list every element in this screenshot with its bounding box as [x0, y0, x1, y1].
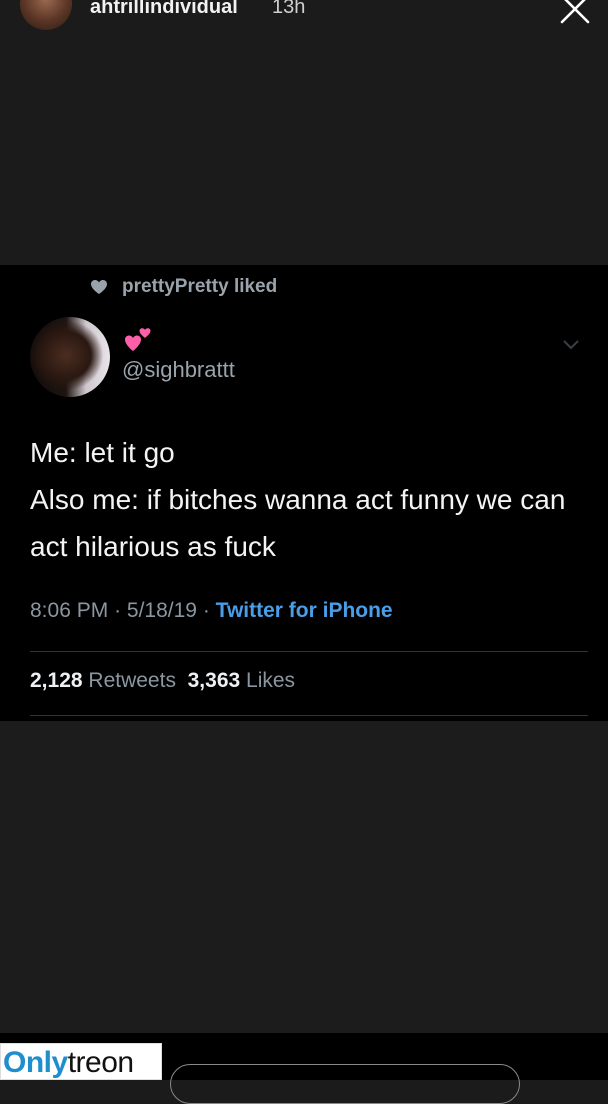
story-time-ago: 13h [272, 0, 306, 18]
divider [30, 715, 588, 716]
story-background-bottom [0, 721, 608, 1033]
tweet-handle[interactable]: @sighbrattt [122, 357, 235, 383]
tweet-text-line: Also me: if bitches wanna act funny we c… [30, 484, 566, 562]
liked-by-text: prettyPretty liked [122, 276, 277, 298]
heart-icon [91, 280, 107, 294]
divider [30, 651, 588, 652]
story-background-top [0, 0, 608, 265]
watermark: Onlytreon [0, 1043, 162, 1080]
tweet-stats: 2,128 Retweets 3,363 Likes [30, 669, 295, 693]
tweet-text: Me: let it go Also me: if bitches wanna … [30, 429, 590, 570]
chevron-down-icon[interactable] [562, 339, 580, 351]
liked-by-name: prettyPretty [122, 276, 229, 297]
watermark-part2: treon [67, 1046, 134, 1079]
tweet-meta: 8:06 PM · 5/18/19 · Twitter for iPhone [30, 599, 393, 623]
like-count[interactable]: 3,363 [188, 669, 241, 692]
tweet-avatar[interactable] [30, 317, 110, 397]
tweet-card[interactable]: prettyPretty liked @sighbrattt Me: let i… [0, 265, 608, 721]
likes-label[interactable]: Likes [246, 669, 295, 692]
tweet-time: 8:06 PM [30, 599, 109, 622]
two-hearts-emoji-icon [125, 328, 151, 351]
retweet-count[interactable]: 2,128 [30, 669, 83, 692]
reply-input[interactable] [170, 1064, 520, 1104]
tweet-source-link[interactable]: Twitter for iPhone [216, 599, 393, 622]
tweet-date: 5/18/19 [126, 599, 197, 622]
close-icon[interactable] [558, 0, 592, 26]
story-username[interactable]: ahtrillindividual [90, 0, 238, 19]
separator: · [114, 599, 122, 622]
liked-label: liked [233, 276, 278, 297]
tweet-text-line: Me: let it go [30, 437, 175, 468]
liked-by-row: prettyPretty liked [90, 275, 277, 299]
separator: · [202, 599, 210, 622]
watermark-part1: Only [3, 1046, 68, 1079]
retweets-label[interactable]: Retweets [88, 669, 176, 692]
